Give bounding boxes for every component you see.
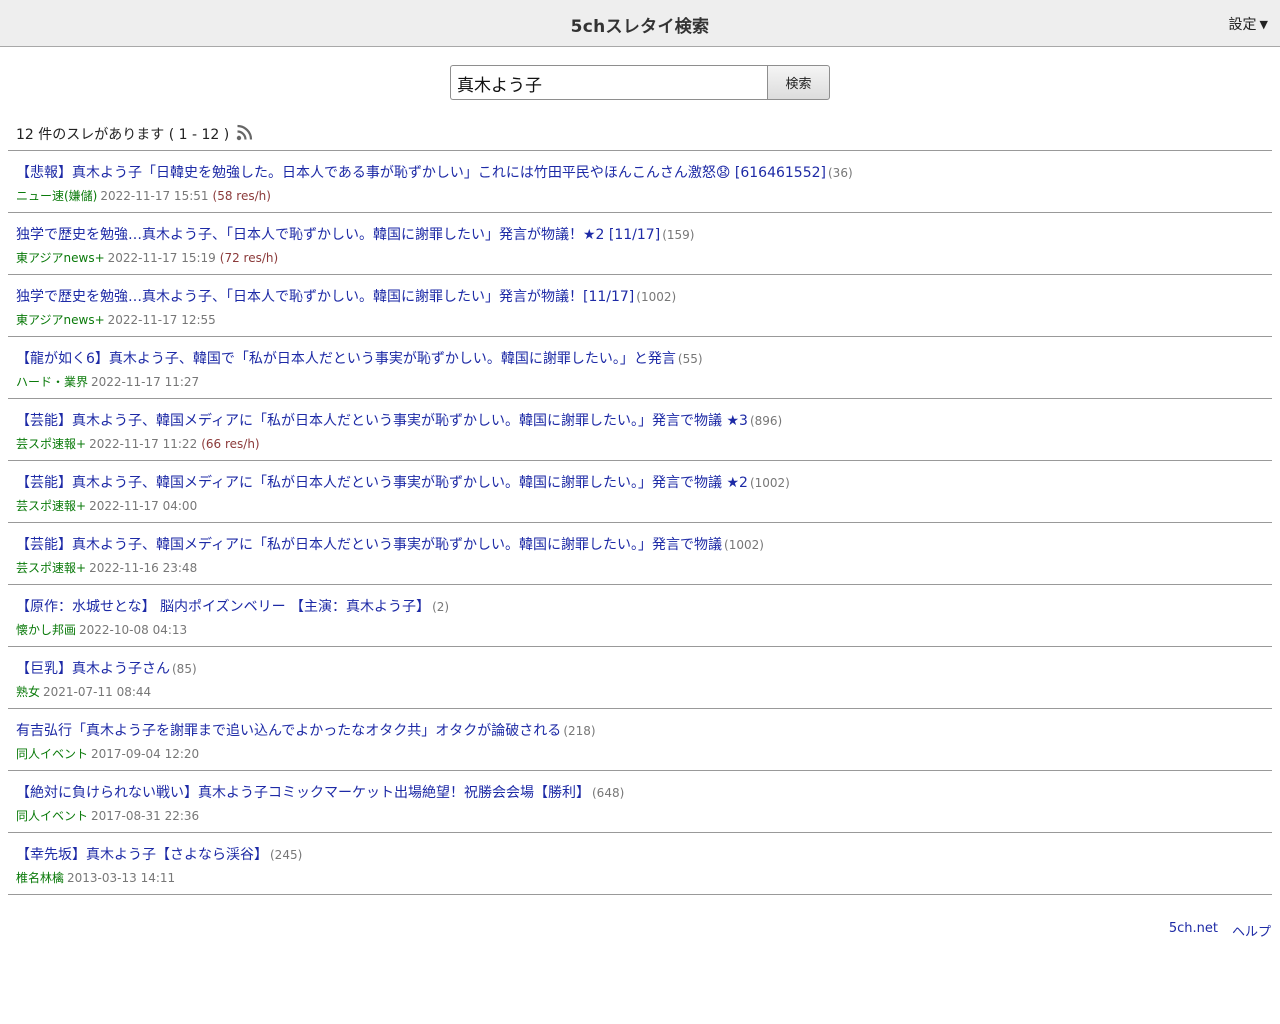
list-item: 【悲報】真木よう子「日韓史を勉強した。日本人である事が恥ずかしい」これには竹田平… [8,151,1272,213]
board-link[interactable]: 椎名林檎 [16,871,64,885]
thread-date: 2022-10-08 04:13 [79,623,188,637]
search-form: 検索 [450,65,830,100]
res-count: (55) [677,352,703,366]
list-item: 【芸能】真木よう子、韓国メディアに「私が日本人だという事実が恥ずかしい。韓国に謝… [8,461,1272,523]
res-count: (245) [270,848,303,862]
list-item: 有吉弘行「真木よう子を謝罪まで追い込んでよかったなオタク共」オタクが論破される(… [8,709,1272,771]
app-header: 5chスレタイ検索 設定 ▼ [0,0,1280,47]
board-link[interactable]: 熟女 [16,685,40,699]
thread-title-link[interactable]: 【幸先坂】真木よう子【さよなら渓谷】 [16,847,268,863]
list-item: 独学で歴史を勉強…真木よう子、「日本人で恥ずかしい。韓国に謝罪したい」発言が物議… [8,213,1272,275]
search-input[interactable] [450,65,767,100]
res-count: (1002) [636,290,677,304]
thread-title-link[interactable]: 有吉弘行「真木よう子を謝罪まで追い込んでよかったなオタク共」オタクが論破される [16,723,561,739]
settings-label: 設定 [1228,17,1257,33]
result-count: 12 件のスレがあります ( 1 - 12 ) [16,127,230,143]
thread-title-link[interactable]: 【芸能】真木よう子、韓国メディアに「私が日本人だという事実が恥ずかしい。韓国に謝… [16,475,748,491]
thread-title-link[interactable]: 【巨乳】真木よう子さん [16,661,170,677]
thread-title-link[interactable]: 【原作：水城せとな】 脳内ポイズンベリー 【主演：真木よう子】 [16,599,430,615]
thread-title-link[interactable]: 【芸能】真木よう子、韓国メディアに「私が日本人だという事実が恥ずかしい。韓国に謝… [16,537,722,553]
board-link[interactable]: 芸スポ速報+ [16,437,86,451]
list-item: 【芸能】真木よう子、韓国メディアに「私が日本人だという事実が恥ずかしい。韓国に謝… [8,523,1272,585]
thread-date: 2022-11-17 04:00 [89,499,198,513]
list-item: 独学で歴史を勉強…真木よう子、「日本人で恥ずかしい。韓国に謝罪したい」発言が物議… [8,275,1272,337]
caret-down-icon: ▼ [1259,17,1268,31]
thread-title-link[interactable]: 【絶対に負けられない戦い】真木よう子コミックマーケット出場絶望！祝勝会会場【勝利… [16,785,590,801]
thread-title-link[interactable]: 独学で歴史を勉強…真木よう子、「日本人で恥ずかしい。韓国に謝罪したい」発言が物議… [16,227,660,243]
res-count: (896) [749,414,783,428]
thread-title-link[interactable]: 【芸能】真木よう子、韓国メディアに「私が日本人だという事実が恥ずかしい。韓国に謝… [16,413,748,429]
res-count: (1002) [724,538,764,552]
list-item: 【巨乳】真木よう子さん (85) 熟女 2021-07-11 08:44 [8,647,1272,709]
board-link[interactable]: 芸スポ速報+ [16,499,86,513]
res-count: (159) [662,228,695,242]
thread-date: 2017-08-31 22:36 [91,809,200,823]
res-count: (2) [432,600,450,614]
thread-date: 2013-03-13 14:11 [67,871,176,885]
thread-date: 2022-11-17 15:51 [100,189,209,203]
list-item: 【絶対に負けられない戦い】真木よう子コミックマーケット出場絶望！祝勝会会場【勝利… [8,771,1272,833]
footer-link-help[interactable]: ヘルプ [1232,921,1271,940]
list-item: 【幸先坂】真木よう子【さよなら渓谷】 (245) 椎名林檎 2013-03-13 1… [8,833,1272,895]
board-link[interactable]: 懐かし邦画 [16,623,76,637]
board-link[interactable]: ニュー速(嫌儲) [16,189,97,203]
thread-title-link[interactable]: 【悲報】真木よう子「日韓史を勉強した。日本人である事が恥ずかしい」これには竹田平… [16,165,826,181]
list-item: 【芸能】真木よう子、韓国メディアに「私が日本人だという事実が恥ずかしい。韓国に謝… [8,399,1272,461]
res-count: (218) [563,724,596,738]
rss-feed-icon[interactable] [236,124,253,141]
page-title: 5chスレタイ検索 [570,17,710,37]
thread-speed: (72 res/h) [219,251,279,265]
res-count: (648) [592,786,625,800]
list-item: 【龍が如く6】真木よう子、韓国で「私が日本人だという事実が恥ずかしい。韓国に謝罪… [8,337,1272,399]
thread-date: 2021-07-11 08:44 [43,685,152,699]
settings-menu-button[interactable]: 設定 ▼ [1229,14,1268,34]
thread-date: 2022-11-17 11:22 [89,437,198,451]
board-link[interactable]: 同人イベント [16,747,88,761]
search-button[interactable]: 検索 [767,65,830,100]
thread-speed: (58 res/h) [212,189,271,203]
footer-links: 5ch.net ヘルプ [1169,921,1271,940]
thread-speed: (66 res/h) [201,437,260,451]
board-link[interactable]: 芸スポ速報+ [16,561,86,575]
list-item: 【原作：水城せとな】 脳内ポイズンベリー 【主演：真木よう子】 (2) 懐かし邦画… [8,585,1272,647]
thread-title-link[interactable]: 【龍が如く6】真木よう子、韓国で「私が日本人だという事実が恥ずかしい。韓国に謝罪… [16,351,676,367]
thread-title-link[interactable]: 独学で歴史を勉強…真木よう子、「日本人で恥ずかしい。韓国に謝罪したい」発言が物議… [16,289,634,305]
res-count: (36) [828,166,853,180]
thread-date: 2022-11-16 23:48 [89,561,198,575]
board-link[interactable]: ハード・業界 [16,375,88,389]
board-link[interactable]: 東アジアnews+ [16,251,105,265]
result-summary-row: 12 件のスレがあります ( 1 - 12 ) [16,124,253,144]
result-list: 【悲報】真木よう子「日韓史を勉強した。日本人である事が恥ずかしい」これには竹田平… [8,150,1272,895]
footer-link-5ch[interactable]: 5ch.net [1169,921,1218,940]
board-link[interactable]: 東アジアnews+ [16,313,105,327]
thread-date: 2022-11-17 12:55 [107,313,216,327]
thread-date: 2022-11-17 15:19 [107,251,216,265]
res-count: (1002) [749,476,790,490]
board-link[interactable]: 同人イベント [16,809,88,823]
res-count: (85) [172,662,197,676]
thread-date: 2022-11-17 11:27 [91,375,200,389]
thread-date: 2017-09-04 12:20 [91,747,200,761]
